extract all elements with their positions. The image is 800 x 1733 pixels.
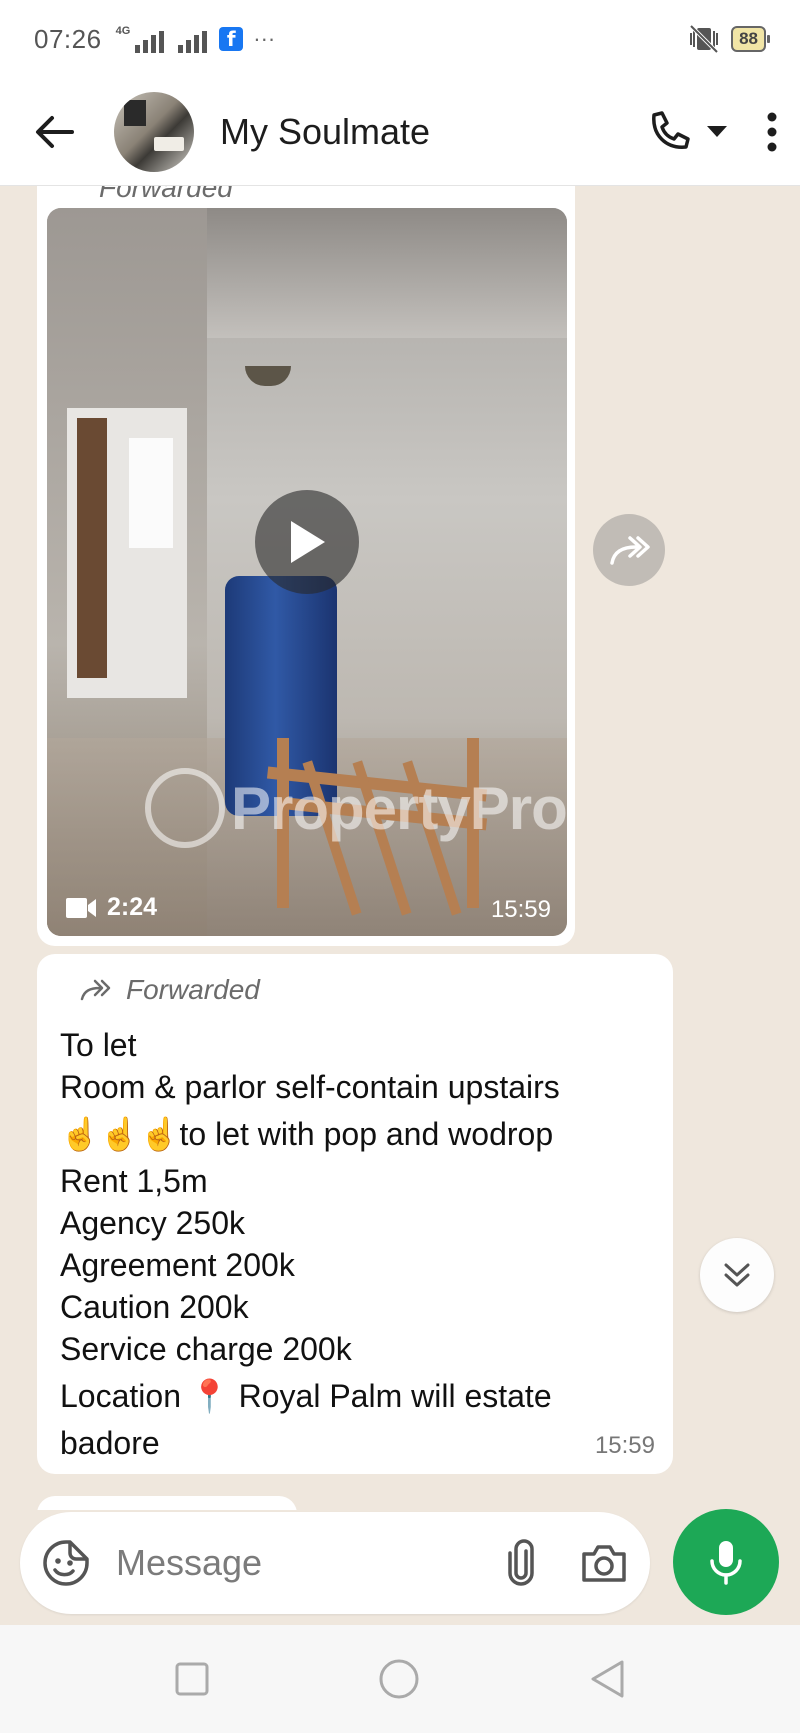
camera-icon — [582, 1545, 626, 1582]
message-line: badore — [60, 1425, 160, 1461]
text-message-bubble[interactable]: Forwarded To let Room & parlor self-cont… — [37, 954, 673, 1474]
message-line: Room & parlor self-contain upstairs — [60, 1069, 560, 1105]
attach-button[interactable] — [506, 1539, 536, 1587]
forward-arrow-icon — [610, 536, 650, 565]
video-message-bubble: Forwarded PropertyPro 2:24 15:59 — [37, 186, 575, 946]
arrow-left-icon — [36, 115, 74, 148]
chat-area[interactable]: Forwarded PropertyPro 2:24 15:59 Forward… — [0, 186, 800, 1510]
forwarded-indicator: Forwarded — [80, 974, 653, 1006]
camera-button[interactable] — [580, 1542, 628, 1584]
status-time: 07:26 — [34, 23, 102, 54]
message-timestamp: 15:59 — [594, 1432, 655, 1459]
message-line: Location 📍 Royal Palm will estate — [60, 1378, 552, 1414]
status-bar: 07:26 4G f ··· 88 — [0, 0, 800, 78]
forwarded-label: Forwarded — [99, 186, 233, 203]
phone-icon — [652, 110, 690, 149]
circle-icon — [379, 1659, 419, 1699]
video-thumbnail[interactable]: PropertyPro 2:24 15:59 — [47, 208, 567, 936]
play-icon — [291, 521, 325, 563]
voice-record-button[interactable] — [673, 1509, 779, 1615]
message-line: Rent 1,5m — [60, 1163, 208, 1199]
recents-button[interactable] — [175, 1662, 209, 1696]
triangle-back-icon — [591, 1660, 624, 1698]
more-notifications-icon: ··· — [253, 26, 276, 51]
message-line: Service charge 200k — [60, 1331, 352, 1367]
home-button[interactable] — [378, 1658, 420, 1700]
voice-call-button[interactable] — [646, 109, 692, 155]
forwarded-label: Forwarded — [126, 974, 260, 1005]
system-navigation-bar — [0, 1625, 800, 1733]
message-line: ☝️☝️☝️to let with pop and wodrop — [60, 1116, 554, 1152]
signal-icon: 4G — [116, 25, 208, 53]
message-line: Caution 200k — [60, 1289, 249, 1325]
double-chevron-down-icon — [724, 1263, 750, 1287]
contact-name[interactable]: My Soulmate — [220, 111, 430, 153]
propertypro-watermark: PropertyPro — [145, 768, 567, 848]
overflow-menu-button[interactable] — [766, 112, 778, 152]
back-nav-button[interactable] — [589, 1659, 625, 1699]
forward-button[interactable] — [593, 514, 665, 586]
message-line: Agreement 200k — [60, 1247, 295, 1283]
message-composer: Message — [20, 1512, 650, 1614]
paperclip-icon — [508, 1539, 534, 1586]
network-type: 4G — [115, 25, 131, 37]
video-duration: 2:24 — [65, 893, 157, 922]
emoji-sticker-button[interactable] — [42, 1539, 90, 1587]
square-icon — [175, 1662, 209, 1696]
sticker-smiley-icon — [43, 1540, 89, 1586]
vibrate-mute-icon — [689, 24, 719, 54]
message-line: Agency 250k — [60, 1205, 246, 1241]
message-input[interactable]: Message — [116, 1542, 262, 1584]
contact-avatar[interactable] — [114, 91, 194, 172]
videocam-icon — [66, 897, 96, 918]
message-line: To let — [60, 1027, 137, 1063]
forwarded-icon — [80, 979, 111, 1001]
facebook-notification-icon: f — [219, 27, 244, 51]
play-button[interactable] — [255, 490, 359, 594]
next-message-bubble — [37, 1496, 297, 1510]
microphone-icon — [710, 1541, 742, 1585]
caret-down-icon — [707, 125, 727, 137]
battery-indicator: 88 — [731, 26, 770, 52]
scroll-to-bottom-button[interactable] — [700, 1238, 774, 1312]
more-vertical-icon — [767, 112, 777, 151]
chat-header: My Soulmate — [0, 78, 800, 186]
back-button[interactable] — [30, 108, 78, 156]
video-timestamp: 15:59 — [490, 896, 551, 923]
message-text: To let Room & parlor self-contain upstai… — [60, 1024, 653, 1464]
call-options-dropdown[interactable] — [706, 125, 728, 139]
